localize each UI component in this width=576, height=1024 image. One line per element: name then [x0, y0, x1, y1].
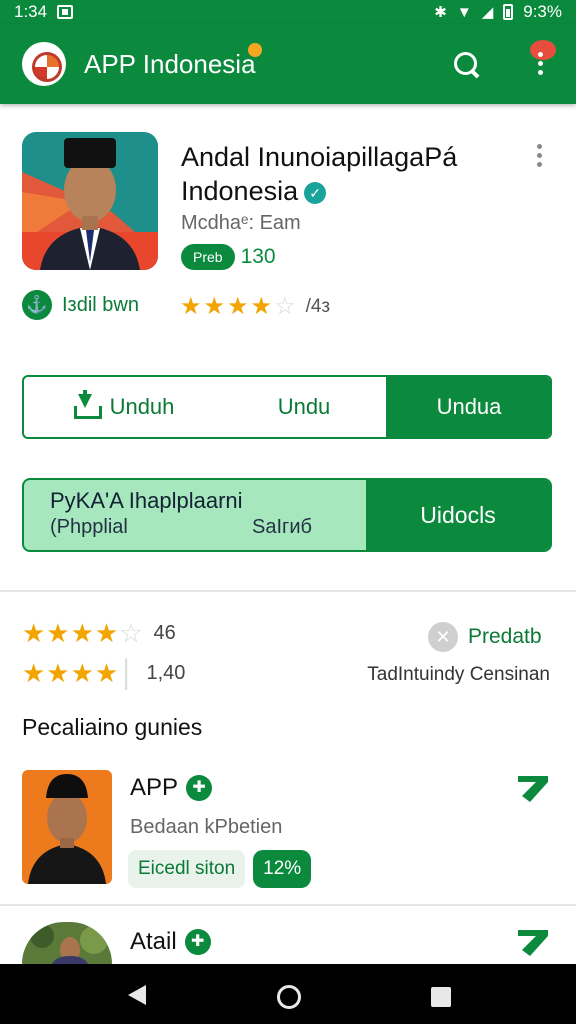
notification-icon	[57, 5, 74, 19]
category-badge: Prеb	[181, 244, 235, 270]
app-bar: APP Indonesia	[0, 24, 576, 104]
more-icon[interactable]	[526, 40, 556, 80]
promo-banner[interactable]: PyKA'A Ihaplplaarni (Phpplial SaIгиб Uid…	[22, 478, 552, 552]
arrow-icon[interactable]	[516, 770, 552, 806]
app-bar-title: APP Indonesia	[84, 42, 262, 80]
rating-summary-row-1: ★★★★☆ 46	[22, 618, 176, 649]
status-bar: 1:34 ✱ ▼ ◢ 9:3%	[0, 0, 576, 24]
signal-icon: ◢	[481, 4, 494, 21]
status-icons: ✱ ▼ ◢ 9:3%	[434, 2, 562, 22]
list-item-chip[interactable]: Eicedl siton	[128, 850, 246, 888]
system-nav-bar	[0, 964, 576, 1024]
undu-button[interactable]: Undu	[222, 377, 388, 437]
bluetooth-icon: ✱	[434, 4, 447, 21]
download-icon	[72, 390, 102, 420]
app-subtitle: Mcdhaᵉ: Eam	[181, 212, 301, 234]
close-icon[interactable]: ✕	[428, 622, 458, 652]
unduh-button[interactable]: Unduh	[24, 377, 222, 437]
download-button-group: Unduh Undu Undua	[22, 375, 552, 439]
promo-line2: (Phpplial	[50, 516, 128, 538]
undua-label: Undua	[436, 394, 502, 419]
list-item-chips: Eicedl siton 12%	[128, 850, 312, 888]
app-bar-title-text: APP Indonesia	[84, 48, 256, 79]
download-count-label: Iзdil bᴡn	[62, 293, 139, 316]
promo-cta-button[interactable]: Uidocls	[366, 480, 550, 550]
rating-value: /4з	[305, 295, 331, 317]
alert-badge-icon	[530, 40, 556, 60]
status-time: 1:34	[14, 2, 48, 21]
app-bar-actions	[452, 40, 556, 80]
download-count-row: ⚓ Iзdil bᴡn	[22, 290, 139, 320]
rating-row: ★★★★☆ /4з	[180, 292, 330, 321]
list-item-title: Atail	[130, 928, 177, 955]
list-item-title: APP	[130, 774, 179, 801]
rating-row1-value: 46	[153, 622, 176, 644]
list-item-avatar	[22, 922, 112, 964]
stars-row1-icon: ★★★★☆	[22, 618, 144, 648]
anchor-icon: ⚓	[22, 290, 52, 320]
list-item-percent-chip[interactable]: 12%	[253, 850, 312, 888]
app-avatar	[22, 132, 158, 270]
home-icon[interactable]	[276, 984, 302, 1010]
rating-tagline: TadIntuindy Censinan	[367, 664, 550, 685]
app-title: Andal InunoiapillagaPá Indonesia ✓	[181, 140, 511, 208]
wifi-icon: ▼	[456, 3, 472, 21]
badge-row: Prеb 130	[181, 244, 276, 270]
list-item-avatar	[22, 770, 112, 884]
predicted-filter[interactable]: ✕ Predatb	[428, 622, 542, 652]
plus-icon[interactable]: ✚	[184, 929, 211, 955]
dot-icon	[538, 61, 543, 66]
divider	[0, 590, 576, 592]
undu-label: Undu	[277, 394, 331, 419]
search-icon[interactable]	[452, 50, 480, 78]
predicted-label: Predatb	[468, 625, 542, 648]
divider	[0, 904, 576, 906]
rating-row2-value: 1,40	[146, 662, 186, 684]
verified-icon: ✓	[304, 181, 327, 204]
undua-button[interactable]: Undua	[388, 377, 550, 437]
section-title: Pecaliaino gunies	[22, 714, 203, 740]
unduh-label: Unduh	[109, 394, 175, 419]
app-logo[interactable]	[22, 42, 66, 86]
battery-text: 9:3%	[523, 2, 562, 21]
list-item-title-row: APP ✚	[130, 774, 213, 802]
app-title-line2-wrap: Indonesia ✓	[181, 174, 511, 208]
dot-icon	[538, 52, 543, 57]
app-title-line2: Indonesia	[181, 176, 299, 206]
promo-line3: SaIгиб	[252, 516, 312, 538]
stars-row2-icon: ★★★★│	[22, 658, 137, 688]
recents-icon[interactable]	[430, 986, 452, 1008]
battery-icon	[503, 4, 514, 20]
dot-icon	[538, 70, 543, 75]
list-item-title-row: Atail ✚	[130, 928, 211, 956]
back-icon[interactable]	[126, 984, 148, 1006]
overflow-menu-icon[interactable]	[536, 144, 544, 168]
rating-summary-row-2: ★★★★│ 1,40	[22, 658, 185, 689]
app-title-line1: Andal InunoiapillagaPá	[181, 142, 458, 172]
promo-line1: PyKA'A Ihaplplaarni	[50, 488, 243, 513]
arrow-icon[interactable]	[516, 924, 552, 960]
notification-dot-icon	[247, 42, 262, 57]
badge-count: 130	[240, 245, 276, 268]
rating-stars-icon: ★★★★☆	[180, 293, 298, 320]
list-item-subtitle: Bedaan kPbetien	[130, 816, 283, 838]
plus-icon[interactable]: ✚	[186, 775, 213, 801]
